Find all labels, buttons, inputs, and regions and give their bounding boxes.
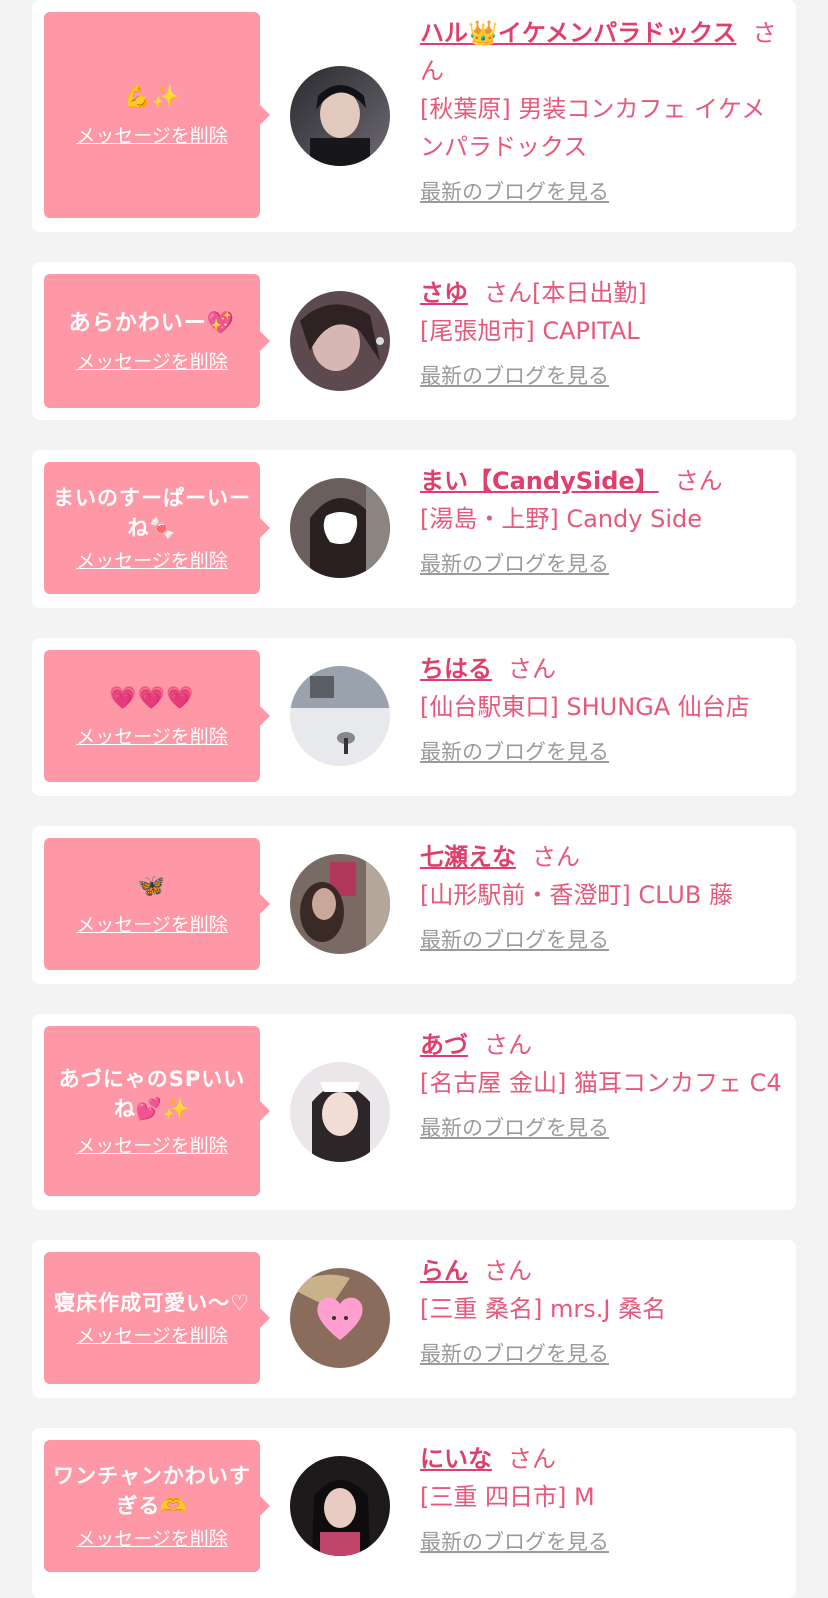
honorific: さん bbox=[484, 279, 532, 307]
avatar[interactable] bbox=[290, 1268, 390, 1368]
delete-message-link[interactable]: メッセージを削除 bbox=[76, 549, 228, 573]
info: ちはる さん [仙台駅東口] SHUNGA 仙台店 最新のブログを見る bbox=[420, 650, 782, 766]
delete-message-link[interactable]: メッセージを削除 bbox=[76, 1527, 228, 1551]
cast-name-link[interactable]: にいな bbox=[420, 1445, 492, 1473]
message-text: 🦋 bbox=[137, 874, 167, 899]
cast-name-link[interactable]: ちはる bbox=[420, 655, 492, 683]
avatar[interactable] bbox=[290, 478, 390, 578]
message-text: 💪✨ bbox=[123, 85, 181, 110]
delete-message-link[interactable]: メッセージを削除 bbox=[76, 913, 228, 937]
delete-message-link[interactable]: メッセージを削除 bbox=[76, 725, 228, 749]
delete-message-link[interactable]: メッセージを削除 bbox=[76, 1134, 228, 1158]
honorific: さん bbox=[674, 467, 723, 495]
shop-name: [尾張旭市] CAPITAL bbox=[420, 317, 640, 345]
info: らん さん [三重 桑名] mrs.J 桑名 最新のブログを見る bbox=[420, 1252, 782, 1368]
message-text: まいのすーぱーいーね🍬 bbox=[53, 486, 251, 540]
honorific: さん bbox=[508, 655, 556, 683]
latest-blog-link[interactable]: 最新のブログを見る bbox=[420, 360, 609, 390]
message-bubble: まいのすーぱーいーね🍬 メッセージを削除 bbox=[44, 462, 270, 594]
message-text: あづにゃのSPいいね💕✨ bbox=[58, 1067, 246, 1121]
cast-name-link[interactable]: ハル👑イケメンパラドックス bbox=[420, 19, 736, 47]
shop-name: [三重 四日市] M bbox=[420, 1483, 595, 1511]
avatar[interactable] bbox=[290, 854, 390, 954]
latest-blog-link[interactable]: 最新のブログを見る bbox=[420, 1338, 609, 1368]
cast-name-link[interactable]: 七瀬えな bbox=[420, 843, 516, 871]
message-bubble: 💪✨ メッセージを削除 bbox=[44, 12, 270, 218]
message-list: 💪✨ メッセージを削除 ハル👑イケメンパラドックス さん [秋葉原] 男装コンカフ… bbox=[0, 0, 828, 1598]
message-card: 🦋 メッセージを削除 七瀬えな さん [山形駅前・香澄町] CLUB 藤 最新のブ… bbox=[32, 826, 796, 984]
avatar[interactable] bbox=[290, 1062, 390, 1162]
shop-name: [山形駅前・香澄町] CLUB 藤 bbox=[420, 881, 733, 909]
cast-name-link[interactable]: まい【CandySide】 bbox=[420, 467, 659, 495]
honorific: さん bbox=[484, 1031, 532, 1059]
shop-name: [秋葉原] 男装コンカフェ イケメンパラドックス bbox=[420, 95, 766, 161]
latest-blog-link[interactable]: 最新のブログを見る bbox=[420, 1526, 609, 1556]
latest-blog-link[interactable]: 最新のブログを見る bbox=[420, 736, 609, 766]
shop-name: [湯島・上野] Candy Side bbox=[420, 505, 702, 533]
message-bubble: 🦋 メッセージを削除 bbox=[44, 838, 270, 970]
message-card: あづにゃのSPいいね💕✨ メッセージを削除 あづ さん [名古屋 金山] 猫耳コン… bbox=[32, 1014, 796, 1210]
delete-message-link[interactable]: メッセージを削除 bbox=[76, 124, 228, 148]
latest-blog-link[interactable]: 最新のブログを見る bbox=[420, 176, 609, 206]
message-card: 💪✨ メッセージを削除 ハル👑イケメンパラドックス さん [秋葉原] 男装コンカフ… bbox=[32, 0, 796, 232]
info: さゆ さん[本日出勤] [尾張旭市] CAPITAL 最新のブログを見る bbox=[420, 274, 782, 390]
shop-name: [三重 桑名] mrs.J 桑名 bbox=[420, 1295, 667, 1323]
info: あづ さん [名古屋 金山] 猫耳コンカフェ C4 最新のブログを見る bbox=[420, 1026, 782, 1142]
message-card: 💗💗💗 メッセージを削除 ちはる さん [仙台駅東口] SHUNGA 仙台店 最新… bbox=[32, 638, 796, 796]
honorific: さん bbox=[484, 1257, 532, 1285]
info: 七瀬えな さん [山形駅前・香澄町] CLUB 藤 最新のブログを見る bbox=[420, 838, 782, 954]
avatar[interactable] bbox=[290, 66, 390, 166]
shop-name: [名古屋 金山] 猫耳コンカフェ C4 bbox=[420, 1069, 782, 1097]
message-card: 寝床作成可愛い〜♡ メッセージを削除 らん さん [三重 桑名] mrs.J 桑名… bbox=[32, 1240, 796, 1398]
message-text: ワンチャンかわいすぎる🫶 bbox=[53, 1464, 251, 1518]
cast-name-link[interactable]: あづ bbox=[420, 1031, 468, 1059]
delete-message-link[interactable]: メッセージを削除 bbox=[76, 350, 228, 374]
cast-name-link[interactable]: さゆ bbox=[420, 279, 468, 307]
message-text: あらかわいー💖 bbox=[68, 311, 236, 336]
message-bubble: 寝床作成可愛い〜♡ メッセージを削除 bbox=[44, 1252, 270, 1384]
avatar[interactable] bbox=[290, 1456, 390, 1556]
info: まい【CandySide】 さん [湯島・上野] Candy Side 最新のブロ… bbox=[420, 462, 782, 578]
latest-blog-link[interactable]: 最新のブログを見る bbox=[420, 548, 609, 578]
status-extra: [本日出勤] bbox=[532, 279, 647, 307]
cast-name-link[interactable]: らん bbox=[420, 1257, 468, 1285]
delete-message-link[interactable]: メッセージを削除 bbox=[76, 1324, 228, 1348]
message-card: まいのすーぱーいーね🍬 メッセージを削除 まい【CandySide】 さん [湯島… bbox=[32, 450, 796, 608]
latest-blog-link[interactable]: 最新のブログを見る bbox=[420, 924, 609, 954]
honorific: さん bbox=[532, 843, 580, 871]
message-text: 💗💗💗 bbox=[109, 686, 195, 711]
message-bubble: あらかわいー💖 メッセージを削除 bbox=[44, 274, 270, 408]
info: にいな さん [三重 四日市] M 最新のブログを見る bbox=[420, 1440, 782, 1556]
latest-blog-link[interactable]: 最新のブログを見る bbox=[420, 1112, 609, 1142]
honorific: さん bbox=[508, 1445, 556, 1473]
message-text: 寝床作成可愛い〜♡ bbox=[54, 1291, 250, 1315]
message-bubble: 💗💗💗 メッセージを削除 bbox=[44, 650, 270, 782]
message-bubble: ワンチャンかわいすぎる🫶 メッセージを削除 bbox=[44, 1440, 270, 1572]
avatar[interactable] bbox=[290, 291, 390, 391]
shop-name: [仙台駅東口] SHUNGA 仙台店 bbox=[420, 693, 750, 721]
message-bubble: あづにゃのSPいいね💕✨ メッセージを削除 bbox=[44, 1026, 270, 1196]
avatar[interactable] bbox=[290, 666, 390, 766]
info: ハル👑イケメンパラドックス さん [秋葉原] 男装コンカフェ イケメンパラドックス… bbox=[420, 14, 782, 206]
message-card: あらかわいー💖 メッセージを削除 さゆ さん[本日出勤] [尾張旭市] CAPIT… bbox=[32, 262, 796, 420]
message-card: ワンチャンかわいすぎる🫶 メッセージを削除 にいな さん [三重 四日市] M 最… bbox=[32, 1428, 796, 1598]
